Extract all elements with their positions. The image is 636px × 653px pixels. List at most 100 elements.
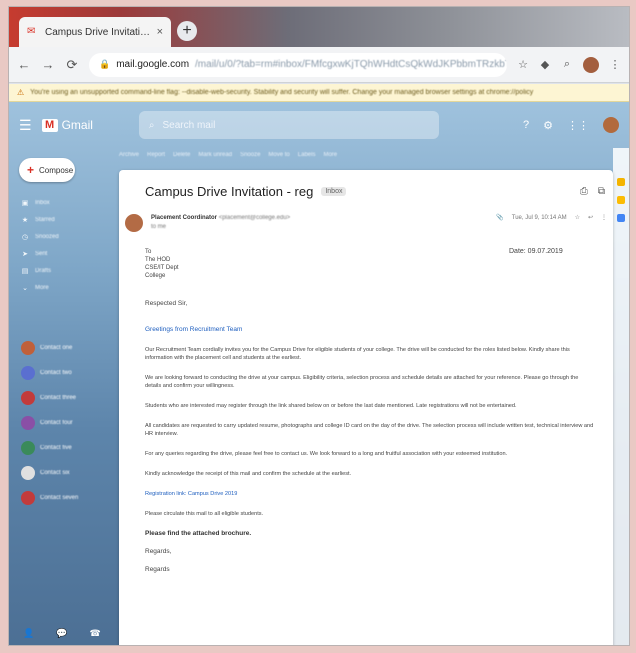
- apps-grid-icon[interactable]: ⋮⋮: [567, 119, 589, 132]
- profile-avatar[interactable]: [583, 56, 599, 73]
- extension-icon[interactable]: ◆: [539, 58, 551, 71]
- contact-item[interactable]: Contact six: [21, 463, 113, 483]
- toolbar-mark-unread[interactable]: Mark unread: [198, 152, 232, 166]
- sidebar-item-label: Snoozed: [35, 233, 59, 240]
- browser-tab[interactable]: ✉ Campus Drive Invitation - reg ×: [19, 17, 171, 47]
- contact-item[interactable]: Contact four: [21, 413, 113, 433]
- reload-icon[interactable]: ⟳: [65, 57, 79, 73]
- phone-icon[interactable]: ☎: [89, 628, 100, 639]
- hamburger-menu-icon[interactable]: ☰: [19, 117, 32, 134]
- print-icon[interactable]: ⎙: [580, 186, 588, 197]
- search-icon[interactable]: ⌕: [149, 120, 155, 131]
- star-icon[interactable]: ☆: [517, 58, 529, 71]
- plus-icon: +: [27, 163, 35, 177]
- keep-icon[interactable]: [617, 196, 625, 204]
- folder-list: ▣ Inbox ★ Starred ◷ Snoozed ➤ Sent ▤ Dra…: [21, 196, 111, 298]
- gmail-logo[interactable]: M Gmail: [41, 118, 93, 132]
- forward-icon[interactable]: →: [41, 57, 55, 72]
- star-icon[interactable]: ☆: [575, 214, 580, 221]
- contact-item[interactable]: Contact three: [21, 388, 113, 408]
- contact-avatar: [21, 441, 35, 455]
- sidebar-item-label: Starred: [35, 216, 55, 223]
- compose-button[interactable]: + Compose: [19, 158, 75, 182]
- search-input[interactable]: ⌕ Search mail: [138, 111, 439, 139]
- body-paragraph: Students who are interested may register…: [145, 403, 517, 409]
- person-icon[interactable]: 👤: [23, 628, 34, 639]
- more-vert-icon[interactable]: ⋮: [609, 58, 621, 71]
- contact-avatar: [21, 466, 35, 480]
- contact-avatar: [21, 341, 35, 355]
- mail-toolbar: Archive Report Delete Mark unread Snooze…: [119, 152, 609, 166]
- search-icon[interactable]: ⌕: [561, 58, 573, 71]
- sender-meta: 📎 Tue, Jul 9, 10:14 AM ☆ ↩ ⋮: [496, 214, 607, 222]
- warning-banner: ⚠ You're using an unsupported command-li…: [9, 84, 629, 102]
- tasks-icon[interactable]: [617, 214, 625, 222]
- subject-actions: ⎙ ⧉: [580, 186, 605, 197]
- email-subject: Campus Drive Invitation - reg: [145, 184, 314, 199]
- compose-label: Compose: [39, 165, 74, 175]
- toolbar-labels[interactable]: Labels: [298, 152, 316, 166]
- new-tab-button[interactable]: +: [177, 21, 197, 41]
- chat-bubble-icon[interactable]: 💬: [56, 628, 67, 639]
- tab-title: Campus Drive Invitation - reg: [45, 26, 151, 38]
- calendar-icon[interactable]: [617, 178, 625, 186]
- contact-item[interactable]: Contact five: [21, 438, 113, 458]
- recipient-line[interactable]: to me: [151, 223, 290, 232]
- url-host: mail.google.com: [116, 59, 190, 70]
- browser-toolbar: ← → ⟳ 🔒 mail.google.com /mail/u/0/?tab=r…: [9, 47, 629, 83]
- sidebar-item-label: Inbox: [35, 199, 50, 206]
- body-paragraph: Our Recruitment Team cordially invites y…: [145, 347, 570, 361]
- sidebar-item-inbox[interactable]: ▣ Inbox: [21, 196, 111, 209]
- email-time: Tue, Jul 9, 10:14 AM: [511, 214, 567, 221]
- sidebar-item-starred[interactable]: ★ Starred: [21, 213, 111, 226]
- sender-info: Placement Coordinator <placement@college…: [151, 214, 290, 232]
- address-line: The HOD: [145, 257, 171, 263]
- reply-icon[interactable]: ↩: [588, 214, 593, 221]
- contact-avatar: [21, 366, 35, 380]
- open-new-window-icon[interactable]: ⧉: [598, 186, 605, 197]
- toolbar-move-to[interactable]: Move to: [268, 152, 289, 166]
- contact-item[interactable]: Contact two: [21, 363, 113, 383]
- search-placeholder: Search mail: [162, 119, 216, 131]
- label-chip[interactable]: Inbox: [321, 187, 347, 196]
- email-subject-row: Campus Drive Invitation - reg Inbox ⎙ ⧉: [145, 184, 605, 199]
- chevron-down-icon: ⌄: [22, 284, 28, 292]
- contact-item[interactable]: Contact one: [21, 338, 113, 358]
- browser-window: ✉ Campus Drive Invitation - reg × + ← → …: [8, 6, 630, 646]
- back-icon[interactable]: ←: [17, 57, 31, 72]
- more-vert-icon[interactable]: ⋮: [601, 214, 607, 221]
- address-bar[interactable]: 🔒 mail.google.com /mail/u/0/?tab=rm#inbo…: [89, 52, 507, 77]
- contact-name: Contact seven: [40, 495, 79, 501]
- toolbar-report[interactable]: Report: [147, 152, 165, 166]
- toolbar-archive[interactable]: Archive: [119, 152, 139, 166]
- sidebar-item-sent[interactable]: ➤ Sent: [21, 247, 111, 260]
- sidebar-item-snoozed[interactable]: ◷ Snoozed: [21, 230, 111, 243]
- contact-avatar: [21, 416, 35, 430]
- clock-icon: ◷: [21, 233, 29, 241]
- banner-text: You're using an unsupported command-line…: [30, 89, 534, 96]
- address-line: To: [145, 249, 152, 255]
- contact-avatar: [21, 391, 35, 405]
- close-icon[interactable]: ×: [157, 26, 163, 38]
- sender-email: <placement@college.edu>: [218, 215, 291, 221]
- signature-thanks: Regards,: [145, 548, 172, 555]
- account-avatar[interactable]: [603, 117, 619, 133]
- toolbar-snooze[interactable]: Snooze: [240, 152, 260, 166]
- side-panel-rail: [613, 148, 629, 645]
- toolbar-more[interactable]: More: [323, 152, 337, 166]
- toolbar-delete[interactable]: Delete: [173, 152, 190, 166]
- contact-name: Contact four: [40, 420, 73, 426]
- contact-name: Contact six: [40, 470, 70, 476]
- contact-name: Contact one: [40, 345, 73, 351]
- registration-link[interactable]: Registration link: Campus Drive 2019: [145, 490, 595, 498]
- email-body: To The HOD CSE/IT Dept College Respected…: [145, 248, 595, 574]
- address-line: CSE/IT Dept: [145, 265, 179, 271]
- gmail-icon: ✉: [27, 26, 36, 37]
- contact-item[interactable]: Contact seven: [21, 488, 113, 508]
- sidebar-item-more[interactable]: ⌄ More: [21, 281, 111, 294]
- sidebar-item-drafts[interactable]: ▤ Drafts: [21, 264, 111, 277]
- settings-gear-icon[interactable]: ⚙: [543, 119, 553, 132]
- help-icon[interactable]: ?: [523, 119, 529, 131]
- body-paragraph: We are looking forward to conducting the…: [145, 375, 579, 389]
- attachment-icon: 📎: [496, 215, 504, 221]
